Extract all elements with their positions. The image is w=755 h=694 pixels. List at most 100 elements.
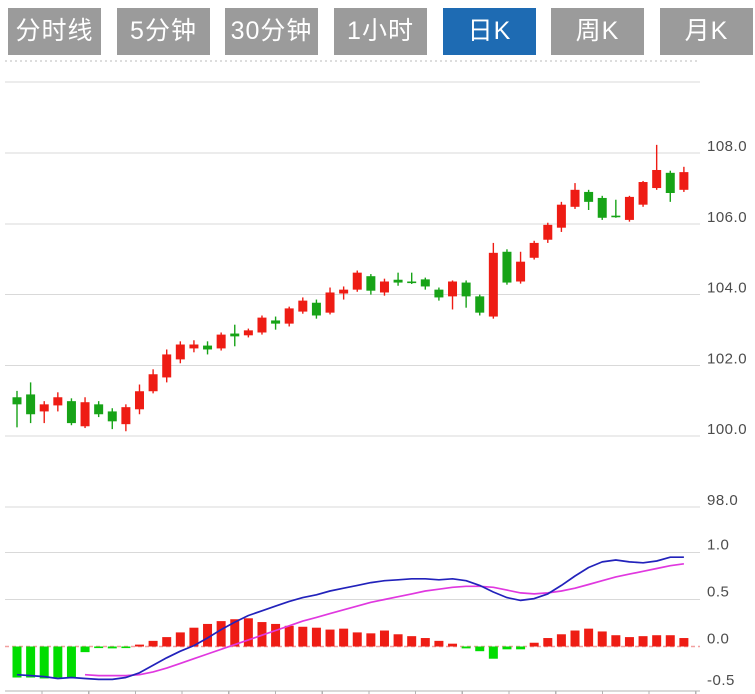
candle — [598, 198, 607, 218]
candle — [40, 404, 49, 411]
candle — [639, 182, 648, 205]
candle — [339, 290, 348, 294]
candle — [407, 282, 416, 284]
candle — [162, 354, 171, 377]
candle — [13, 397, 22, 404]
candle — [652, 170, 661, 188]
macd-bar — [81, 647, 90, 653]
macd-axis-label: 0.0 — [707, 631, 729, 648]
macd-bar — [489, 647, 498, 659]
macd-bar — [625, 637, 634, 646]
candle — [108, 411, 117, 421]
candle — [312, 303, 321, 316]
macd-bar — [26, 647, 35, 678]
candle — [666, 173, 675, 193]
macd-bar — [149, 641, 158, 647]
candle — [611, 216, 620, 218]
candle — [135, 391, 144, 409]
candle — [298, 301, 307, 312]
candle — [679, 172, 688, 190]
macd-bar — [339, 629, 348, 647]
macd-bar — [407, 636, 416, 646]
price-axis-label: 104.0 — [707, 280, 747, 297]
candle — [462, 283, 471, 297]
price-axis-label: 102.0 — [707, 350, 747, 367]
candle — [257, 318, 266, 333]
macd-bar — [366, 633, 375, 646]
macd-axis-label: -0.5 — [707, 672, 735, 689]
stock-kline-app: 分时线5分钟30分钟1小时日K周K月K 108.0106.0104.0102.0… — [0, 0, 755, 694]
candle — [394, 280, 403, 283]
candle — [530, 243, 539, 258]
macd-bar — [530, 643, 539, 647]
candle — [94, 404, 103, 414]
candle — [380, 282, 389, 293]
candle — [543, 225, 552, 240]
macd-bar — [543, 638, 552, 646]
macd-bar — [462, 647, 471, 649]
candle — [149, 374, 158, 391]
macd-bar — [244, 618, 253, 646]
macd-bar — [666, 635, 675, 646]
candle — [557, 205, 566, 228]
candle — [26, 394, 35, 414]
candle — [53, 397, 62, 405]
macd-bar — [108, 647, 117, 649]
candle — [203, 346, 212, 350]
macd-bar — [475, 647, 484, 652]
candle — [244, 330, 253, 335]
macd-bar — [598, 631, 607, 646]
macd-bar — [67, 647, 76, 679]
candle — [353, 273, 362, 290]
macd-bar — [353, 632, 362, 646]
macd-bar — [217, 621, 226, 646]
macd-bar — [326, 630, 335, 647]
candle — [189, 345, 198, 349]
macd-bar — [176, 632, 185, 646]
candle — [121, 407, 130, 424]
macd-bar — [652, 635, 661, 646]
candle — [81, 402, 90, 426]
price-axis-label: 98.0 — [707, 492, 738, 509]
macd-bar — [516, 647, 525, 650]
candle — [625, 197, 634, 220]
candle — [489, 253, 498, 317]
macd-histogram — [13, 618, 689, 678]
macd-bar — [584, 629, 593, 647]
candles — [13, 145, 689, 431]
price-axis-label: 108.0 — [707, 138, 747, 155]
macd-axis-label: 0.5 — [707, 584, 729, 601]
candle — [421, 279, 430, 286]
macd-bar — [434, 641, 443, 647]
macd-bar — [611, 635, 620, 646]
price-axis-label: 106.0 — [707, 209, 747, 226]
kline-chart[interactable]: 108.0106.0104.0102.0100.098.01.00.50.0-0… — [0, 0, 755, 694]
macd-bar — [448, 644, 457, 647]
macd-bar — [53, 647, 62, 678]
candle — [67, 401, 76, 423]
candle — [271, 320, 280, 323]
candle — [571, 190, 580, 207]
candle — [366, 276, 375, 291]
macd-bar — [312, 628, 321, 647]
macd-bar — [421, 638, 430, 646]
candle — [285, 308, 294, 323]
candle — [230, 334, 239, 337]
macd-bar — [298, 627, 307, 647]
macd-bar — [557, 634, 566, 646]
macd-bar — [121, 647, 130, 649]
candle — [326, 292, 335, 312]
price-axis-label: 100.0 — [707, 421, 747, 438]
macd-bar — [40, 647, 49, 679]
macd-bar — [94, 647, 103, 649]
candle — [502, 252, 511, 283]
candle — [434, 290, 443, 298]
candle — [475, 296, 484, 312]
candle — [176, 345, 185, 360]
candle — [516, 262, 525, 282]
macd-gridlines: 1.00.50.0-0.5 — [5, 537, 735, 694]
macd-bar — [285, 626, 294, 647]
candle — [584, 192, 593, 202]
macd-bar — [380, 631, 389, 647]
candle — [217, 335, 226, 349]
